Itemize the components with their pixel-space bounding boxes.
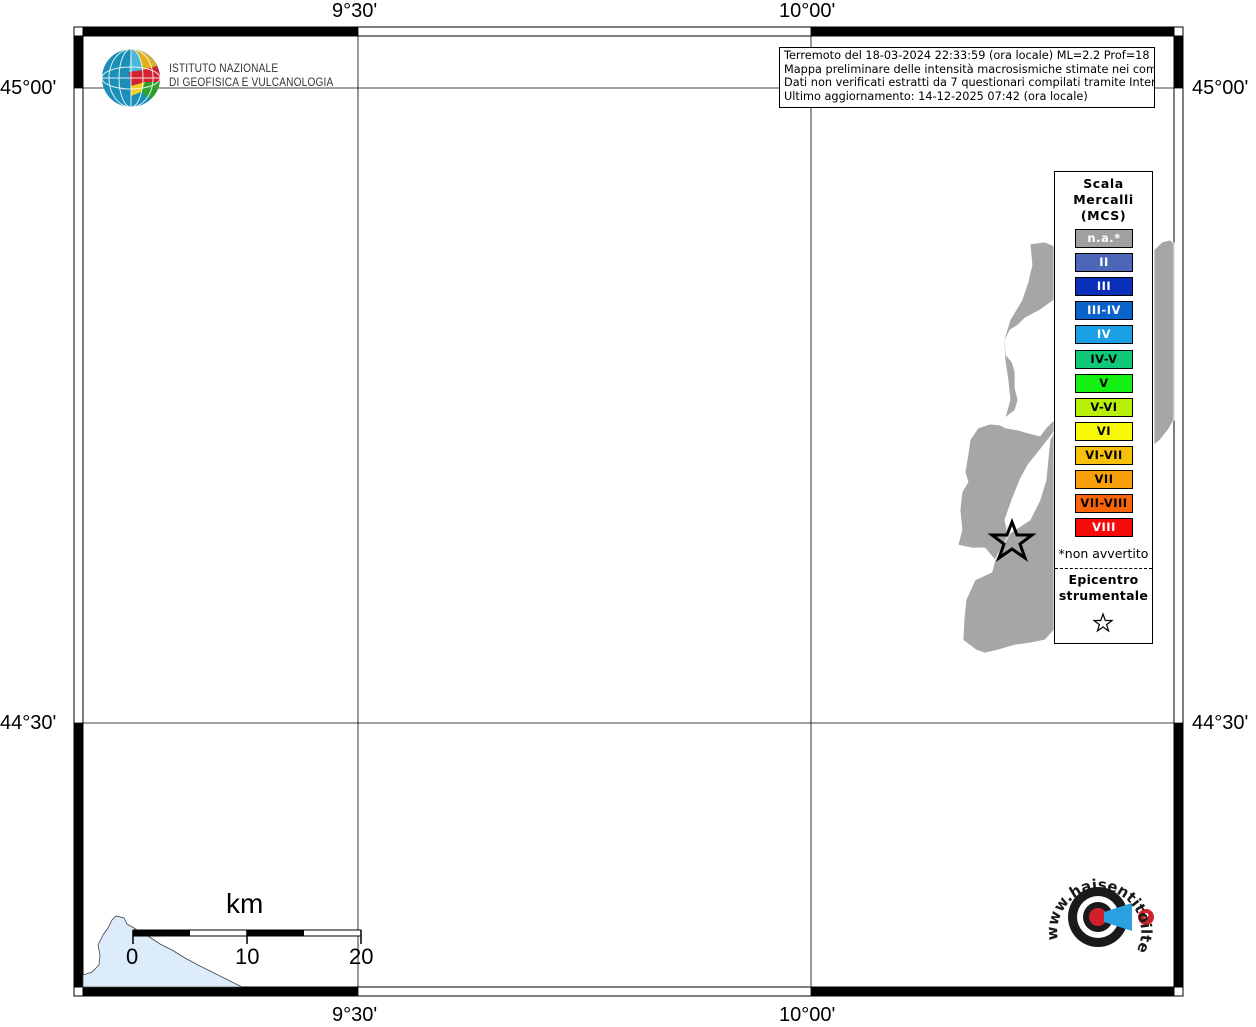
lat-label-left-2: 44°30' (0, 712, 57, 734)
event-info-box: Terremoto del 18-03-2024 22:33:59 (ora l… (779, 47, 1155, 108)
legend-item-vi-vii: VI-VII (1075, 445, 1133, 465)
ingv-logo-line1: ISTITUTO NAZIONALE (169, 63, 279, 75)
event-info-line4: Ultimo aggiornamento: 14-12-2025 07:42 (… (784, 89, 1088, 103)
lat-label-right-2: 44°30' (1192, 712, 1249, 734)
lon-label-top-2: 10°00' (779, 0, 836, 22)
scalebar-label-20: 20 (349, 944, 374, 969)
legend-item-iii-iv: III-IV (1075, 301, 1133, 321)
legend-title-1: Scala (1083, 176, 1124, 191)
legend-item-iv-v: IV-V (1075, 349, 1133, 369)
ingv-logo-line2: DI GEOFISICA E VULCANOLOGIA (169, 76, 334, 89)
scalebar-label-10: 10 (235, 944, 260, 969)
map-frame-outer (73, 26, 1184, 997)
scalebar-label-0: 0 (126, 944, 139, 969)
map-frame-inner (82, 35, 1175, 988)
sea-area (82, 915, 243, 988)
event-info-line1: Terremoto del 18-03-2024 22:33:59 (ora l… (784, 49, 1155, 62)
legend-item-v: V (1075, 373, 1133, 393)
legend-item-n-a: n.a.* (1075, 229, 1133, 248)
legend-item-viii: VIII (1075, 518, 1133, 538)
legend-item-vii-viii: VII-VIII (1075, 494, 1133, 514)
scalebar (132, 929, 362, 944)
legend-item-v-vi: V-VI (1075, 397, 1133, 417)
legend-item-vii: VII (1075, 470, 1133, 489)
scalebar-unit: km (226, 888, 264, 919)
legend-epicenter-label-2: strumentale (1058, 588, 1149, 603)
legend-divider (1055, 568, 1152, 569)
legend-note: *non avvertito (1058, 546, 1149, 561)
legend-item-iv: IV (1075, 325, 1133, 345)
event-info-line2: Mappa preliminare delle intensità macros… (784, 62, 1155, 76)
legend-title-3: (MCS) (1080, 208, 1127, 223)
legend-epicenter-label-1: Epicentro (1068, 572, 1139, 587)
hsit-logo: ? www.haisentitoilterremoto.it (1036, 860, 1155, 956)
ingv-logo-text: ISTITUTO NAZIONALE DI GEOFISICA E VULCAN… (169, 63, 333, 90)
lon-label-top-1: 9°30' (332, 0, 378, 22)
mcs-legend: Scala Mercalli (MCS) n.a.* II III III-IV IV I… (1054, 171, 1153, 644)
event-info-line3: Dati non verificati estratti da 7 questi… (784, 76, 1155, 89)
graticule (74, 27, 1183, 996)
legend-title-2: Mercalli (1073, 192, 1134, 207)
ingv-globe-logo-icon (101, 48, 161, 108)
legend-star-icon (1092, 612, 1114, 633)
lat-label-right-1: 45°00' (1192, 77, 1249, 99)
legend-item-iii: III (1075, 277, 1133, 297)
legend-item-ii: II (1075, 253, 1133, 273)
frame-ticks (73, 26, 1184, 997)
lat-label-left-1: 45°00' (0, 77, 57, 99)
legend-item-vi: VI (1075, 421, 1133, 441)
